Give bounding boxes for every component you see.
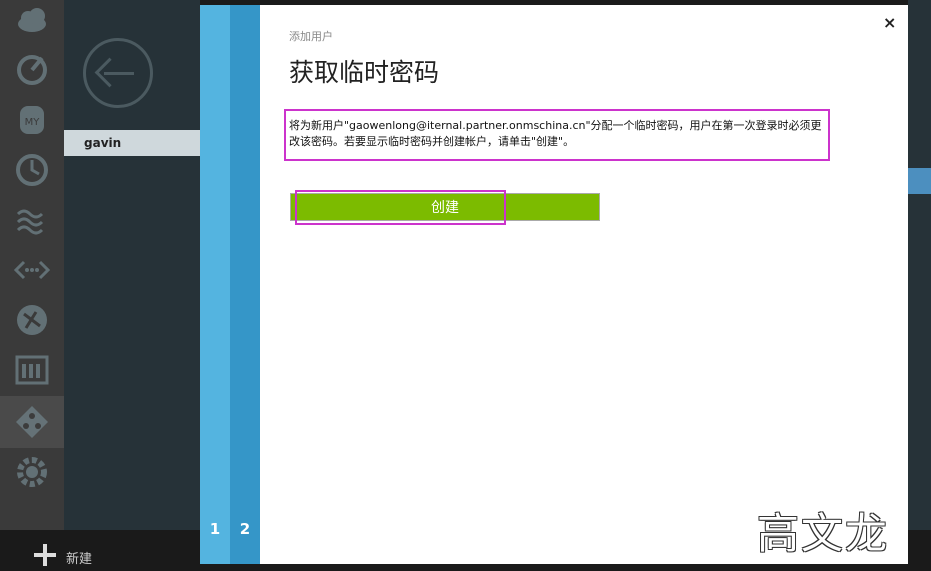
- step-2-column[interactable]: 2: [230, 5, 260, 564]
- new-button-label[interactable]: 新建: [66, 548, 92, 567]
- description-text: 将为新用户"gaowenlong@iternal.partner.onmschi…: [289, 119, 822, 148]
- directory-icon[interactable]: [14, 404, 50, 440]
- wizard-subtitle: 添加用户: [289, 30, 333, 43]
- portal-right-tab: [908, 168, 931, 194]
- code-icon[interactable]: [13, 252, 51, 288]
- plus-icon[interactable]: [34, 544, 56, 566]
- create-button[interactable]: 创建: [290, 193, 600, 221]
- grid-icon[interactable]: [14, 352, 50, 388]
- step-1-number: 1: [209, 520, 221, 538]
- gear-icon[interactable]: [14, 454, 50, 490]
- waves-icon[interactable]: [14, 202, 50, 238]
- gauge-icon[interactable]: [14, 50, 50, 86]
- svg-text:MY: MY: [25, 117, 41, 128]
- add-user-wizard: 1 2 × 添加用户 获取临时密码 将为新用户"gaowenlong@itern…: [200, 5, 908, 564]
- list-item[interactable]: gavin: [64, 130, 200, 156]
- page-title: 获取临时密码: [289, 58, 440, 87]
- mysql-icon[interactable]: MY: [14, 102, 50, 138]
- cloud-icon[interactable]: [14, 2, 50, 38]
- clock-icon[interactable]: [14, 152, 50, 188]
- step-1-column[interactable]: 1: [200, 5, 230, 564]
- network-icon[interactable]: [14, 302, 50, 338]
- watermark: 高文龙: [757, 509, 890, 558]
- portal-right-strip: [908, 0, 931, 530]
- step-2-number: 2: [239, 520, 251, 538]
- portal-nav-rail: MY: [0, 0, 64, 530]
- close-icon[interactable]: ×: [883, 13, 896, 32]
